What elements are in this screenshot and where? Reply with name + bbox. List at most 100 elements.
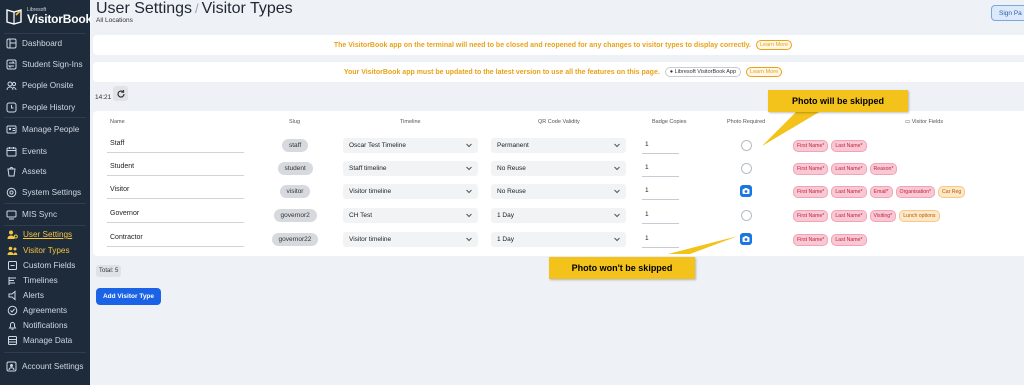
visitor-type-name[interactable]: Student bbox=[110, 163, 134, 170]
name-underline bbox=[107, 198, 244, 199]
sidebar-item-assets[interactable]: Assets bbox=[5, 162, 89, 180]
table-row[interactable]: Student student Staff timeline No Reuse 1 Fir… bbox=[101, 157, 1024, 180]
restart-notice-text: The VisitorBook app on the terminal will… bbox=[333, 41, 751, 49]
required-field-pill[interactable]: Reason* bbox=[869, 163, 898, 175]
qr-validity-select[interactable]: Permanent bbox=[491, 138, 626, 153]
required-field-pill[interactable]: First Name* bbox=[793, 163, 829, 175]
name-underline bbox=[107, 152, 244, 153]
sidebar-item-notifications[interactable]: Notifications bbox=[6, 318, 90, 333]
timeline-select[interactable]: CH Test bbox=[343, 208, 478, 223]
photo-required-checkbox[interactable] bbox=[740, 233, 752, 245]
qr-validity-select[interactable]: No Reuse bbox=[491, 161, 626, 176]
sidebar-item-manage-data[interactable]: Manage Data bbox=[6, 333, 90, 348]
field-label: Organisation bbox=[899, 189, 929, 195]
sidebar-item-system-settings[interactable]: System Settings bbox=[5, 183, 89, 201]
slug-pill: student bbox=[277, 162, 313, 175]
sidebar-item-people-history[interactable]: People History bbox=[5, 98, 89, 116]
table-row[interactable]: Visitor visitor Visitor timeline No Reuse 1 F… bbox=[101, 180, 1024, 203]
table-row[interactable]: Contractor governor22 Visitor timeline 1 Da… bbox=[101, 228, 1024, 251]
settings-icon bbox=[5, 186, 17, 198]
learn-more-link[interactable]: Learn More bbox=[755, 40, 793, 50]
sidebar-item-account-settings[interactable]: Account Settings bbox=[5, 357, 89, 375]
visitor-type-name[interactable]: Staff bbox=[110, 140, 124, 147]
required-field-pill[interactable]: Last Name* bbox=[831, 163, 867, 175]
required-field-pill[interactable]: First Name* bbox=[793, 234, 829, 246]
required-field-pill[interactable]: First Name* bbox=[793, 186, 829, 198]
sidebar-item-label: Manage People bbox=[22, 124, 80, 134]
required-mark: * bbox=[860, 189, 863, 195]
camera-icon bbox=[742, 188, 750, 194]
visitor-type-name[interactable]: Contractor bbox=[110, 234, 143, 241]
required-field-pill[interactable]: Last Name* bbox=[831, 140, 867, 152]
badge-copies-input[interactable]: 1 bbox=[642, 184, 679, 200]
sidebar-item-user-settings[interactable]: User Settings bbox=[6, 227, 90, 242]
bell-icon bbox=[6, 320, 18, 332]
sidebar-item-custom-fields[interactable]: Custom Fields bbox=[6, 258, 90, 273]
field-label: First Name bbox=[797, 213, 823, 219]
sidebar-item-label: Visitor Types bbox=[23, 246, 70, 255]
app-store-link[interactable]: ● Libresoft VisitorBook App bbox=[664, 67, 742, 77]
learn-more-link[interactable]: Learn More bbox=[746, 67, 783, 77]
required-field-pill[interactable]: First Name* bbox=[793, 210, 829, 222]
sidebar-item-dashboard[interactable]: Dashboard bbox=[5, 34, 89, 52]
sidebar-item-alerts[interactable]: Alerts bbox=[6, 288, 90, 303]
sidebar-item-label: Events bbox=[22, 146, 48, 156]
field-label: First Name bbox=[797, 189, 823, 195]
name-underline bbox=[107, 246, 244, 247]
fields-icon: ▭ bbox=[905, 119, 912, 125]
breadcrumb-parent[interactable]: User Settings bbox=[96, 0, 192, 17]
visitor-type-name[interactable]: Governor bbox=[110, 210, 139, 217]
people-icon bbox=[5, 79, 17, 91]
sign-out-button[interactable]: Sign Pa bbox=[991, 5, 1024, 21]
field-label: First Name bbox=[797, 237, 823, 243]
required-mark: * bbox=[860, 213, 863, 219]
photo-required-checkbox[interactable] bbox=[741, 210, 752, 221]
optional-field-pill[interactable]: Car Reg bbox=[938, 186, 966, 198]
photo-required-checkbox[interactable] bbox=[741, 140, 752, 151]
timeline-select[interactable]: Visitor timeline bbox=[343, 232, 478, 247]
photo-required-checkbox[interactable] bbox=[740, 185, 752, 197]
sidebar-item-manage-people[interactable]: Manage People bbox=[5, 120, 89, 138]
qr-validity-value: No Reuse bbox=[497, 188, 526, 195]
badge-copies-input[interactable]: 1 bbox=[642, 161, 679, 177]
sidebar-item-mis-sync[interactable]: MIS Sync bbox=[5, 205, 89, 223]
sidebar-item-agreements[interactable]: Agreements bbox=[6, 303, 90, 318]
chevron-down-icon bbox=[614, 143, 620, 148]
timeline-select[interactable]: Oscar Test Timeline bbox=[343, 138, 478, 153]
required-field-pill[interactable]: Last Name* bbox=[831, 186, 867, 198]
timeline-value: Visitor timeline bbox=[349, 236, 392, 243]
badge-copies-input[interactable]: 1 bbox=[642, 208, 679, 224]
sidebar-item-visitor-types[interactable]: Visitor Types bbox=[6, 243, 90, 258]
visitor-type-name[interactable]: Visitor bbox=[110, 186, 129, 193]
photo-required-checkbox[interactable] bbox=[741, 163, 752, 174]
required-field-pill[interactable]: Last Name* bbox=[831, 234, 867, 246]
qr-validity-select[interactable]: 1 Day bbox=[491, 208, 626, 223]
required-field-pill[interactable]: Last Name* bbox=[831, 210, 867, 222]
qr-validity-select[interactable]: 1 Day bbox=[491, 232, 626, 247]
timeline-select[interactable]: Staff timeline bbox=[343, 161, 478, 176]
sidebar-item-label: Alerts bbox=[23, 291, 44, 300]
required-field-pill[interactable]: First Name* bbox=[793, 140, 829, 152]
badge-copies-input[interactable]: 1 bbox=[642, 138, 679, 154]
sidebar-item-events[interactable]: Events bbox=[5, 142, 89, 160]
table-row[interactable]: Governor governor2 CH Test 1 Day 1 First Name… bbox=[101, 204, 1024, 227]
logo[interactable]: Libresoft VisitorBook bbox=[4, 3, 92, 29]
qr-validity-select[interactable]: No Reuse bbox=[491, 184, 626, 199]
user-settings-icon bbox=[6, 229, 18, 241]
field-label: Last Name bbox=[835, 166, 861, 172]
required-field-pill[interactable]: Organisation* bbox=[895, 186, 935, 198]
optional-field-pill[interactable]: Lunch options bbox=[899, 210, 940, 222]
required-field-pill[interactable]: Email* bbox=[869, 186, 893, 198]
sidebar-item-timelines[interactable]: Timelines bbox=[6, 273, 90, 288]
sidebar-item-label: Timelines bbox=[23, 276, 58, 285]
sidebar-divider bbox=[4, 225, 86, 226]
required-field-pill[interactable]: Visiting* bbox=[869, 210, 897, 222]
refresh-button[interactable] bbox=[113, 86, 128, 101]
sidebar-item-student-sign-ins[interactable]: Student Sign-Ins bbox=[5, 55, 89, 73]
timeline-value: Visitor timeline bbox=[349, 188, 392, 195]
badge-copies-input[interactable]: 1 bbox=[642, 232, 679, 248]
timeline-select[interactable]: Visitor timeline bbox=[343, 184, 478, 199]
table-row[interactable]: Staff staff Oscar Test Timeline Permanent 1 F… bbox=[101, 134, 1024, 157]
add-visitor-type-button[interactable]: Add Visitor Type bbox=[96, 288, 161, 305]
sidebar-item-people-onsite[interactable]: People Onsite bbox=[5, 76, 89, 94]
